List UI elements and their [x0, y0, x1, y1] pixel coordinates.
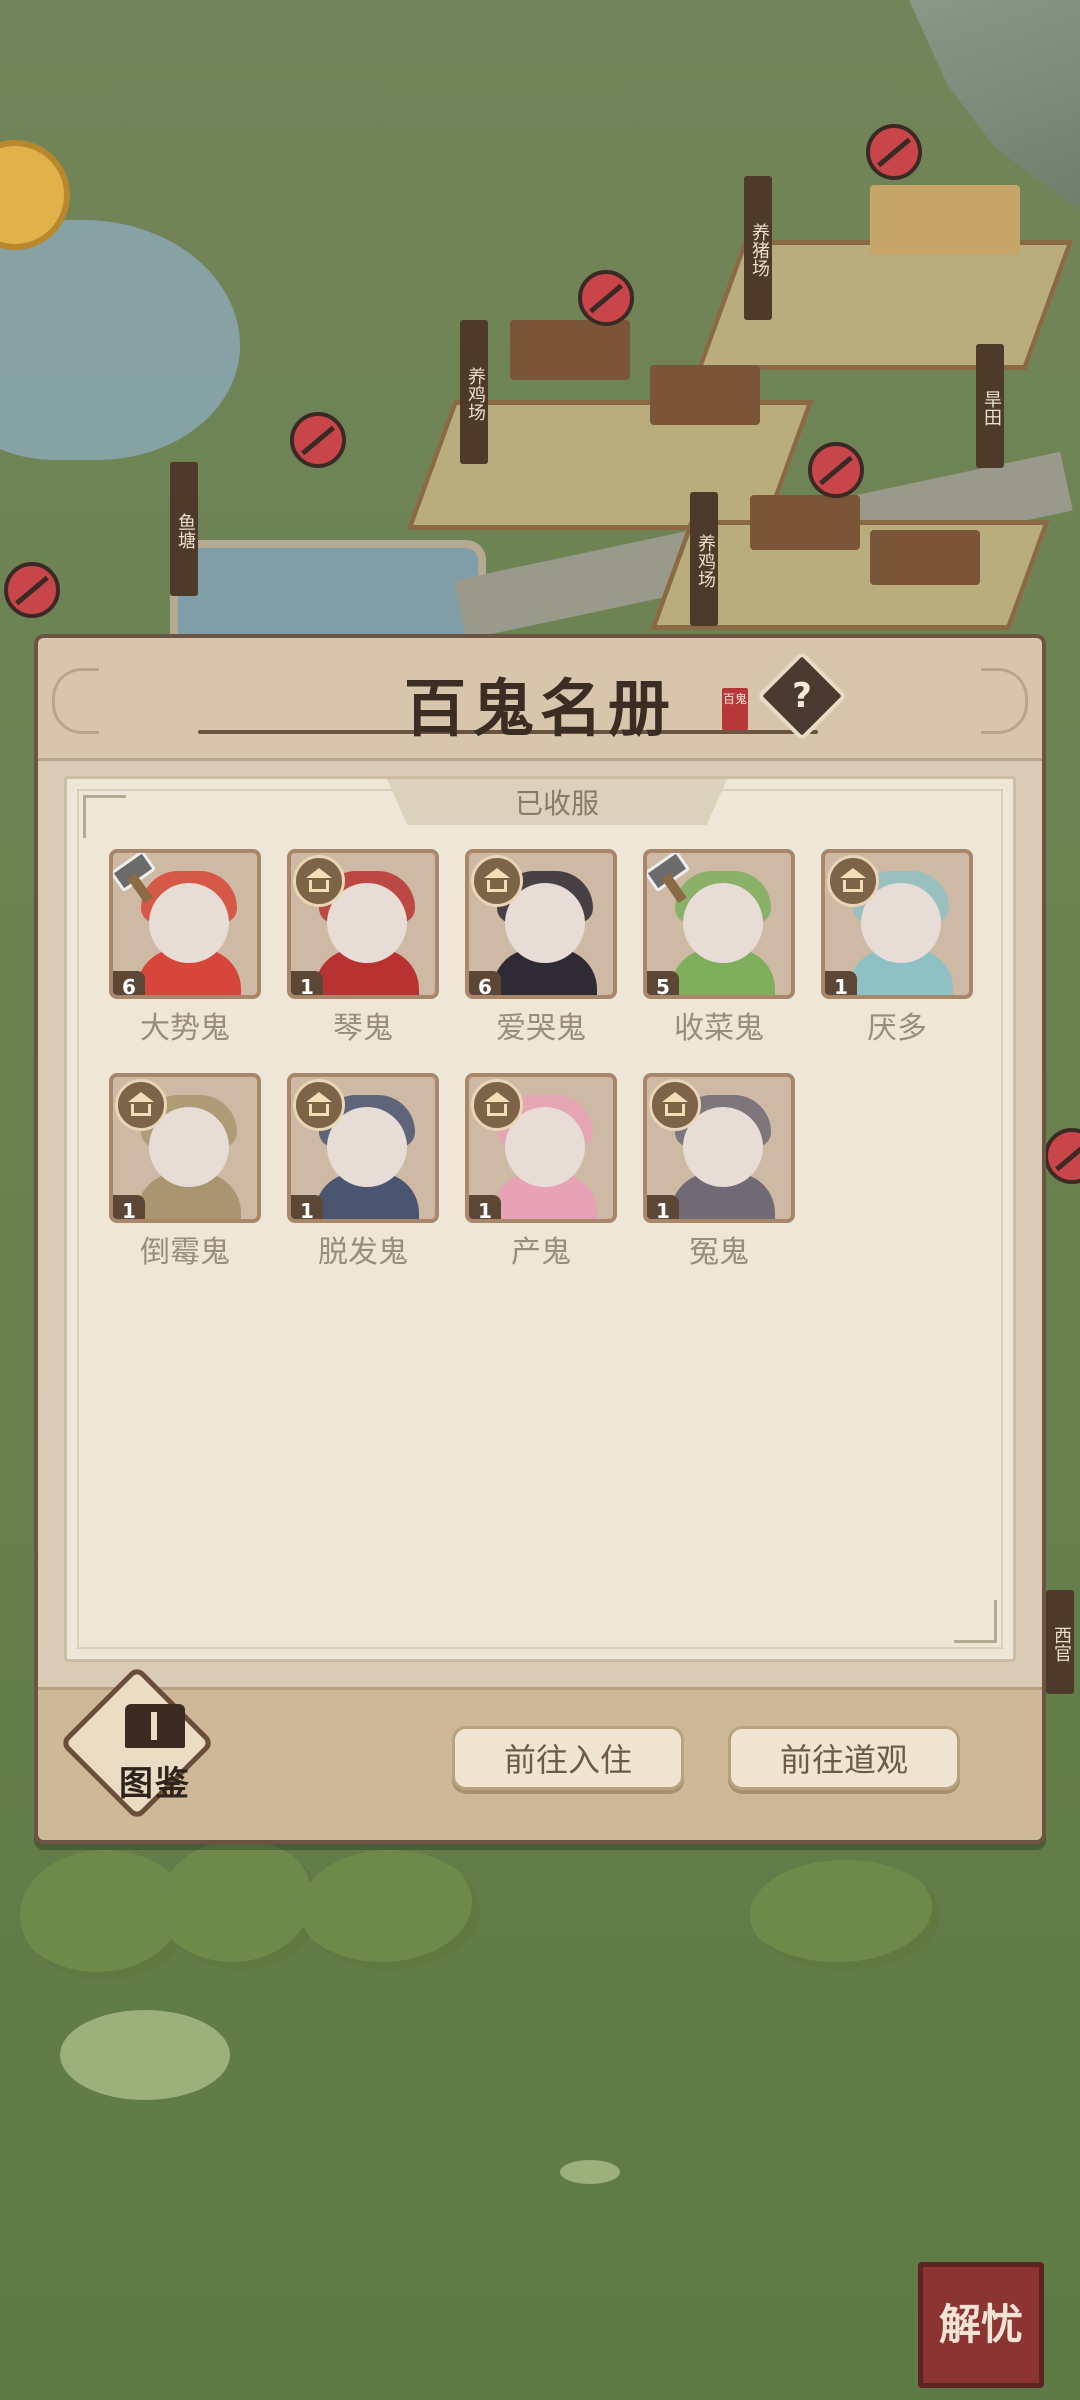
- coop-roof: [750, 495, 860, 550]
- ghost-level-badge: 5: [647, 971, 679, 995]
- ghost-name: 琴鬼: [333, 1011, 393, 1046]
- ghost-level-badge: 1: [825, 971, 857, 995]
- dialog-title: 百鬼名册: [403, 672, 676, 745]
- ghost-name: 倒霉鬼: [140, 1235, 230, 1270]
- ghost-level-badge: 6: [469, 971, 501, 995]
- corner-ornament: [83, 795, 126, 838]
- ghost-card[interactable]: 1 脱发鬼: [287, 1073, 443, 1270]
- rock: [560, 2160, 620, 2184]
- house-icon: [115, 1079, 167, 1131]
- coop-roof: [650, 365, 760, 425]
- ghost-level-badge: 1: [113, 1195, 145, 1219]
- ghost-level-badge: 6: [113, 971, 145, 995]
- ghost-name: 产鬼: [511, 1235, 571, 1270]
- ghost-name: 大势鬼: [140, 1011, 230, 1046]
- ghost-name: 脱发鬼: [318, 1235, 408, 1270]
- flower-bush: [60, 2010, 230, 2100]
- tree: [750, 1860, 940, 1970]
- no-output-icon[interactable]: [866, 124, 922, 180]
- sign-west-office[interactable]: 西官: [1046, 1590, 1074, 1694]
- relief-button[interactable]: 解忧: [918, 2262, 1044, 2388]
- ghost-portrait[interactable]: 1: [643, 1073, 795, 1223]
- ghost-level-badge: 1: [469, 1195, 501, 1219]
- no-output-icon[interactable]: [808, 442, 864, 498]
- go-temple-button[interactable]: 前往道观: [728, 1726, 960, 1790]
- relief-label: 解忧: [938, 2300, 1023, 2349]
- ghost-portrait[interactable]: 1: [287, 1073, 439, 1223]
- sign-chicken-farm[interactable]: 养鸡场: [460, 320, 488, 464]
- ghost-card[interactable]: 1 倒霉鬼: [109, 1073, 265, 1270]
- no-output-icon[interactable]: [290, 412, 346, 468]
- barn-roof: [870, 185, 1020, 255]
- ghost-card[interactable]: 6 爱哭鬼: [465, 849, 621, 1046]
- atlas-button-content[interactable]: 图鉴: [100, 1700, 210, 1820]
- ghost-card[interactable]: 5 收菜鬼: [643, 849, 799, 1046]
- house-icon: [293, 855, 345, 907]
- ghost-portrait[interactable]: 6: [465, 849, 617, 999]
- corner-ornament: [954, 1600, 997, 1643]
- dialog-header: 百鬼名册 百鬼 ?: [38, 638, 1042, 761]
- ghost-level-badge: 1: [291, 971, 323, 995]
- section-tab-captured: 已收服: [387, 779, 727, 825]
- ghost-name: 爱哭鬼: [496, 1011, 586, 1046]
- ghost-card[interactable]: 1 冤鬼: [643, 1073, 799, 1270]
- book-icon: [125, 1704, 185, 1748]
- ghost-portrait[interactable]: 1: [287, 849, 439, 999]
- house-icon: [827, 855, 879, 907]
- ghost-name: 冤鬼: [689, 1235, 749, 1270]
- ghost-card[interactable]: 1 琴鬼: [287, 849, 443, 1046]
- sign-chicken-farm-2[interactable]: 养鸡场: [690, 492, 718, 626]
- no-output-icon[interactable]: [578, 270, 634, 326]
- house-icon: [471, 855, 523, 907]
- hammer-icon: [647, 853, 703, 899]
- coop-roof: [510, 320, 630, 380]
- ghost-card[interactable]: 6 大势鬼: [109, 849, 265, 1046]
- house-icon: [649, 1079, 701, 1131]
- house-icon: [293, 1079, 345, 1131]
- ghost-card[interactable]: 1 厌多: [821, 849, 977, 1046]
- question-icon: ?: [792, 676, 812, 716]
- tree: [160, 1840, 320, 1970]
- tree: [300, 1850, 480, 1970]
- sign-fish-pond[interactable]: 鱼塘: [170, 462, 198, 596]
- house-icon: [471, 1079, 523, 1131]
- atlas-label: 图鉴: [119, 1764, 191, 1804]
- ghost-name: 厌多: [867, 1011, 927, 1046]
- ghost-registry-dialog: 百鬼名册 百鬼 ? 已收服 6 大势鬼 1 琴鬼 6 爱哭鬼 5 收菜鬼 1 厌多 1 倒霉鬼 1 脱发鬼…: [34, 634, 1046, 1844]
- ghost-name: 收菜鬼: [674, 1011, 764, 1046]
- ghost-level-badge: 1: [291, 1195, 323, 1219]
- ghost-level-badge: 1: [647, 1195, 679, 1219]
- ghost-portrait[interactable]: 1: [465, 1073, 617, 1223]
- sign-dry-field[interactable]: 旱田: [976, 344, 1004, 468]
- no-output-icon[interactable]: [4, 562, 60, 618]
- title-seal-stamp: 百鬼: [722, 688, 748, 730]
- ghost-list-panel[interactable]: 已收服 6 大势鬼 1 琴鬼 6 爱哭鬼 5 收菜鬼 1 厌多 1 倒霉鬼 1 脱发鬼 1 产鬼 1 冤鬼: [64, 776, 1016, 1662]
- ghost-portrait[interactable]: 5: [643, 849, 795, 999]
- hammer-icon: [113, 853, 169, 899]
- ghost-portrait[interactable]: 1: [821, 849, 973, 999]
- sign-pig-farm[interactable]: 养猪场: [744, 176, 772, 320]
- ghost-portrait[interactable]: 1: [109, 1073, 261, 1223]
- go-move-in-button[interactable]: 前往入住: [452, 1726, 684, 1790]
- coop-roof: [870, 530, 980, 585]
- ghost-portrait[interactable]: 6: [109, 849, 261, 999]
- ghost-card[interactable]: 1 产鬼: [465, 1073, 621, 1270]
